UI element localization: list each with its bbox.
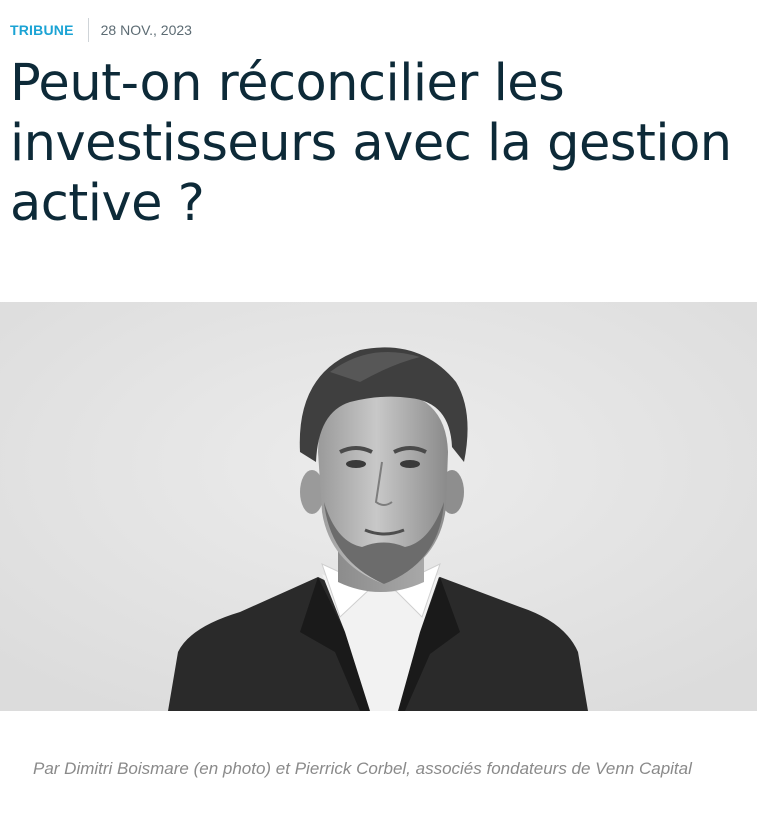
category-link[interactable]: TRIBUNE <box>10 18 89 42</box>
article-meta: TRIBUNE 28 NOV., 2023 <box>10 18 192 42</box>
publish-date: 28 NOV., 2023 <box>100 22 192 38</box>
portrait-photo <box>0 302 757 711</box>
article-photo <box>0 302 757 711</box>
photo-caption: Par Dimitri Boismare (en photo) et Pierr… <box>33 759 692 778</box>
article-title: Peut-on réconcilier les investisseurs av… <box>10 54 732 233</box>
